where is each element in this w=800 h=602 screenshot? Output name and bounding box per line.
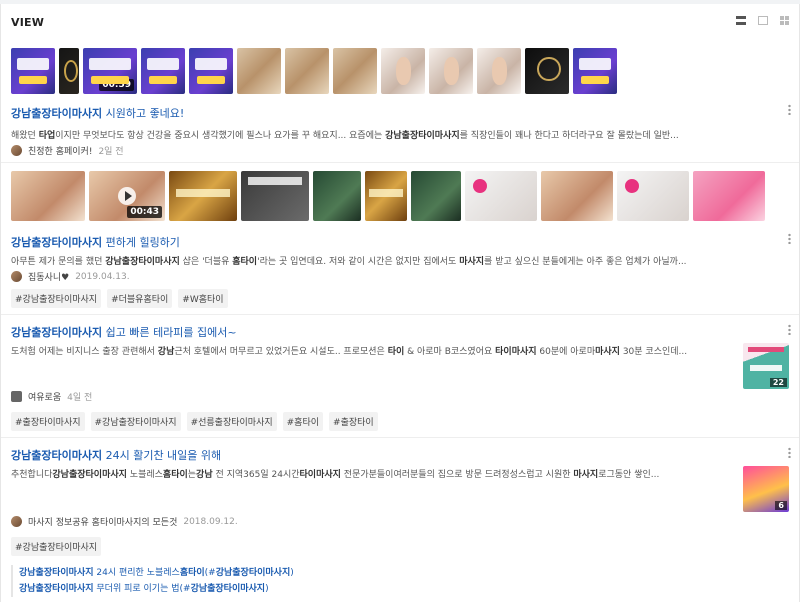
- thumbnail-image[interactable]: [237, 48, 281, 94]
- thumbnail-image[interactable]: [11, 171, 85, 221]
- thumbnail-image[interactable]: [59, 48, 79, 94]
- thumbnail-image[interactable]: [169, 171, 237, 221]
- hashtag[interactable]: #홈타이: [282, 412, 324, 431]
- thumbnail-image[interactable]: [333, 48, 377, 94]
- play-icon[interactable]: [118, 187, 136, 205]
- list-view-icon[interactable]: [736, 16, 746, 25]
- hashtag[interactable]: #강남출장타이마사지: [11, 289, 102, 308]
- hashtag[interactable]: #출장타이: [329, 412, 378, 431]
- post-2-image-strip: 00:43: [11, 171, 765, 221]
- divider: [1, 314, 799, 315]
- avatar[interactable]: [11, 516, 22, 527]
- post-3-thumbnail[interactable]: 22: [743, 343, 789, 389]
- author-name[interactable]: 여유로움: [28, 390, 61, 403]
- thumbnail-image[interactable]: [11, 48, 55, 94]
- more-options-icon[interactable]: [788, 324, 791, 335]
- author-name[interactable]: 집동사니♥: [28, 270, 69, 283]
- hashtag[interactable]: #더블유홈타이: [107, 289, 173, 308]
- thumbnail-image[interactable]: [525, 48, 569, 94]
- thumbnail-image[interactable]: [381, 48, 425, 94]
- thumbnail-image[interactable]: [241, 171, 309, 221]
- hashtag[interactable]: #선릉출장타이마사지: [186, 412, 277, 431]
- author-name[interactable]: 마사지 정보공유 홈타이마사지의 모든것: [28, 515, 177, 528]
- post-1-description: 해왔던 타업이지만 무엇보다도 항상 건강을 중요시 생각했기에 필스나 요가를…: [11, 131, 679, 141]
- post-date: 4일 전: [67, 393, 93, 403]
- post-2-meta: 집동사니♥ 2019.04.13.: [11, 270, 130, 283]
- post-3-title[interactable]: 강남출장타이마사지 쉽고 빠른 테라피를 집에서~: [11, 324, 237, 340]
- thumbnail-image[interactable]: [693, 171, 765, 221]
- thumbnail-image[interactable]: [617, 171, 689, 221]
- post-2-tags: #강남출장타이마사지 #더블유홈타이 #W홈타이: [11, 289, 228, 308]
- thumbnail-image[interactable]: [465, 171, 537, 221]
- post-4-tags: #강남출장타이마사지: [11, 537, 102, 556]
- hashtag[interactable]: #W홈타이: [178, 289, 228, 308]
- post-date: 2일 전: [98, 147, 124, 157]
- image-list-view-icon[interactable]: [758, 16, 768, 25]
- thumbnail-image[interactable]: [541, 171, 613, 221]
- thumbnail-image[interactable]: [313, 171, 361, 221]
- post-date: 2018.09.12.: [183, 516, 238, 527]
- thumbnail-image[interactable]: [285, 48, 329, 94]
- post-3-meta: 여유로움 4일 전: [11, 390, 92, 403]
- grid-view-icon[interactable]: [780, 16, 789, 25]
- hashtag[interactable]: #강남출장타이마사지: [90, 412, 181, 431]
- post-4-description: 추천합니다강남출장타이마사지 노블레스홈타이는강남 전 지역365일 24시간타…: [11, 470, 660, 480]
- hashtag[interactable]: #강남출장타이마사지: [11, 537, 102, 556]
- post-4-title[interactable]: 강남출장타이마사지 24시 활기찬 내일을 위해: [11, 447, 221, 463]
- post-4-meta: 마사지 정보공유 홈타이마사지의 모든것 2018.09.12.: [11, 515, 238, 528]
- avatar[interactable]: [11, 391, 22, 402]
- image-count-badge: 22: [769, 378, 787, 387]
- post-1-meta: 친정한 홈페이커! 2일 전: [11, 144, 124, 157]
- thumbnail-image[interactable]: [141, 48, 185, 94]
- post-2-title[interactable]: 강남출장타이마사지 편하게 힐링하기: [11, 234, 180, 250]
- related-posts: 강남출장타이마사지 24시 편리한 노블레스홈타이(#강남출장타이마사지) 강남…: [11, 565, 797, 597]
- post-1-title[interactable]: 강남출장타이마사지 시원하고 좋네요!: [11, 105, 184, 121]
- divider: [1, 162, 799, 163]
- thumbnail-image[interactable]: [477, 48, 521, 94]
- video-duration: 00:59: [99, 79, 134, 91]
- thumbnail-image[interactable]: [429, 48, 473, 94]
- view-mode-switcher: [736, 16, 789, 25]
- author-name[interactable]: 친정한 홈페이커!: [28, 144, 92, 157]
- more-options-icon[interactable]: [788, 447, 791, 458]
- thumbnail-image[interactable]: [411, 171, 461, 221]
- avatar[interactable]: [11, 271, 22, 282]
- section-title: VIEW: [11, 16, 45, 29]
- more-options-icon[interactable]: [788, 233, 791, 244]
- divider: [1, 437, 799, 438]
- image-count-badge: 6: [775, 501, 787, 510]
- more-options-icon[interactable]: [788, 104, 791, 115]
- post-1-image-strip: 00:59: [11, 48, 617, 94]
- post-3-tags: #출장타이마사지 #강남출장타이마사지 #선릉출장타이마사지 #홈타이 #출장타이: [11, 412, 378, 431]
- post-3-description: 도처험 어제는 비지니스 출장 관련해서 강남근처 호텔에서 머무르고 있었거든…: [11, 347, 688, 357]
- thumbnail-image[interactable]: [189, 48, 233, 94]
- video-thumbnail[interactable]: 00:43: [89, 171, 165, 221]
- thumbnail-image[interactable]: [573, 48, 617, 94]
- video-duration: 00:43: [127, 206, 162, 218]
- post-date: 2019.04.13.: [75, 271, 130, 282]
- related-post-link[interactable]: 강남출장타이마사지 24시 편리한 노블레스홈타이(#강남출장타이마사지): [19, 565, 797, 581]
- post-4-thumbnail[interactable]: 6: [743, 466, 789, 512]
- post-2-description: 아무튼 제가 문의를 했던 강남출장타이마사지 샵은 '더블유 홈타이'라는 곳…: [11, 257, 687, 267]
- related-post-link[interactable]: 강남출장타이마사지 무더위 피로 이기는 법(#강남출장타이마사지): [19, 581, 797, 597]
- view-results-panel: VIEW 00:59 강남출장타이마사지 시원하고 좋네요! 해왔던 타업이지만…: [0, 4, 800, 602]
- thumbnail-image[interactable]: [365, 171, 407, 221]
- video-thumbnail[interactable]: 00:59: [83, 48, 137, 94]
- hashtag[interactable]: #출장타이마사지: [11, 412, 85, 431]
- avatar[interactable]: [11, 145, 22, 156]
